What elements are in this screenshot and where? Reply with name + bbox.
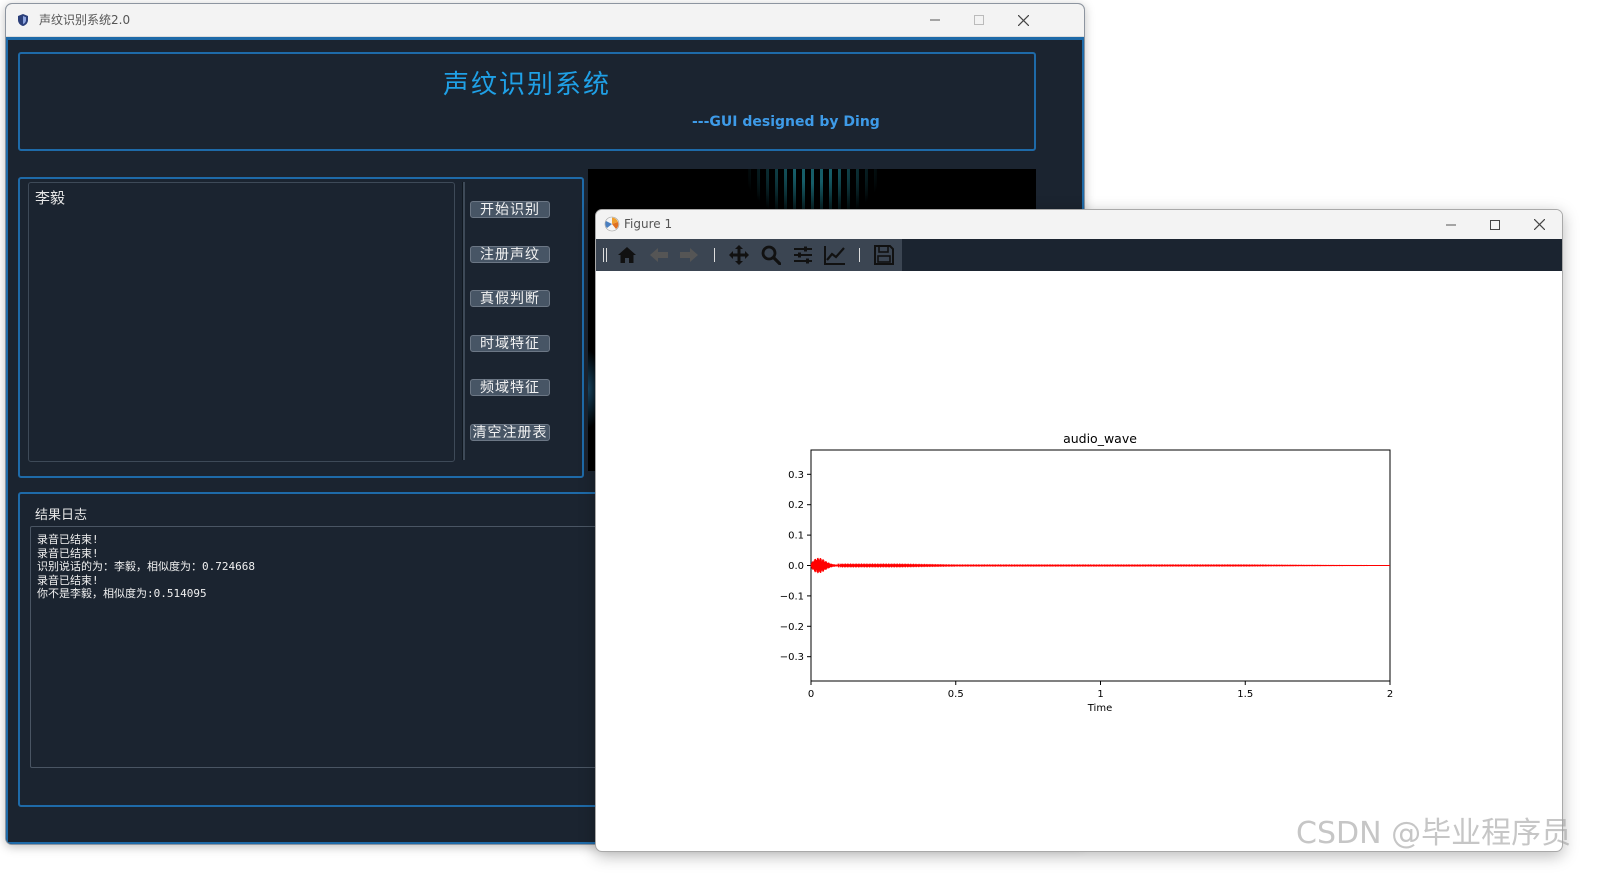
y-tick-label: −0.2 (780, 622, 804, 633)
log-line: 录音已结束! (37, 546, 99, 560)
chart-title: audio_wave (1063, 431, 1137, 446)
start-recognition-button[interactable]: 开始识别 (470, 201, 550, 218)
figure-window-title: Figure 1 (624, 217, 673, 231)
configure-subplots-button[interactable] (790, 243, 816, 267)
register-voiceprint-button[interactable]: 注册声纹 (470, 246, 550, 263)
app-window-title: 声纹识别系统2.0 (39, 13, 131, 27)
x-axis-ticks: 0 0.5 1 1.5 2 (808, 681, 1393, 700)
frequency-domain-button[interactable]: 频域特征 (470, 379, 550, 396)
speaker-list[interactable]: 李毅 (28, 182, 455, 462)
figure-close-button[interactable] (1516, 210, 1562, 239)
home-icon (618, 247, 636, 263)
plot-canvas[interactable]: audio_wave 0.3 0.2 0.1 0.0 −0.1 −0.2 −0.3 0 0.5… (596, 271, 1562, 851)
maximize-button[interactable] (956, 4, 1002, 36)
header-panel: 声纹识别系统 ---GUI designed by Ding (18, 52, 1036, 151)
log-title: 结果日志 (35, 508, 88, 523)
panel-divider (462, 182, 465, 460)
authenticity-check-button[interactable]: 真假判断 (470, 290, 550, 307)
toolbar-separator (714, 248, 715, 262)
y-tick-label: 0.2 (788, 500, 804, 511)
x-tick-label: 0.5 (948, 689, 964, 700)
figure-titlebar[interactable]: Figure 1 (596, 210, 1562, 239)
figure-toolbar (596, 239, 1562, 271)
clear-registry-button[interactable]: 清空注册表 (470, 424, 550, 441)
forward-button[interactable] (676, 243, 702, 267)
x-tick-label: 2 (1387, 689, 1393, 700)
figure-window: Figure 1 audio_wave 0.3 0.2 0.1 0.0 −0.1… (595, 209, 1563, 852)
log-lines: 录音已结束! 录音已结束! 识别说话的为：李毅，相似度为：0.724668 录音… (31, 533, 255, 601)
toolbar-separator (859, 248, 860, 262)
home-button[interactable] (614, 243, 640, 267)
y-tick-label: −0.3 (780, 652, 804, 663)
pan-button[interactable] (726, 243, 752, 267)
y-tick-label: 0.1 (788, 531, 804, 542)
minimize-icon (1446, 224, 1456, 225)
x-tick-label: 1 (1097, 689, 1103, 700)
matplotlib-logo-icon (604, 216, 620, 232)
figure-maximize-button[interactable] (1472, 210, 1518, 239)
y-tick-label: 0.0 (788, 561, 804, 572)
x-tick-label: 1.5 (1237, 689, 1253, 700)
x-tick-label: 0 (808, 689, 814, 700)
zoom-button[interactable] (758, 243, 784, 267)
close-icon (1533, 219, 1545, 230)
minimize-button[interactable] (912, 4, 958, 36)
figure-minimize-button[interactable] (1428, 210, 1474, 239)
y-tick-label: −0.1 (780, 591, 804, 602)
app-heading: 声纹识别系统 (442, 70, 611, 100)
back-button[interactable] (646, 243, 672, 267)
edit-axes-icon (824, 246, 845, 265)
shield-app-icon (18, 14, 28, 26)
toolbar-button-strip (596, 239, 902, 271)
save-icon (874, 245, 894, 265)
pan-icon (729, 245, 749, 265)
log-line: 录音已结束! (37, 573, 99, 587)
log-line: 识别说话的为：李毅，相似度为：0.724668 (37, 560, 255, 573)
edit-axes-button[interactable] (822, 243, 848, 267)
x-axis-label: Time (1087, 703, 1112, 714)
time-domain-button[interactable]: 时域特征 (470, 335, 550, 352)
speaker-list-item[interactable]: 李毅 (35, 187, 65, 208)
zoom-icon (761, 245, 781, 265)
audio-wave-chart: audio_wave 0.3 0.2 0.1 0.0 −0.1 −0.2 −0.3 0 0.5… (780, 431, 1393, 714)
back-arrow-icon (650, 248, 668, 262)
close-button[interactable] (1000, 4, 1046, 36)
credit-text: ---GUI designed by Ding (692, 114, 880, 130)
toolbar-grip (606, 248, 607, 262)
log-line: 录音已结束! (37, 533, 99, 546)
close-icon (1017, 14, 1029, 26)
app-titlebar[interactable]: 声纹识别系统2.0 (6, 4, 1084, 37)
maximize-icon (974, 15, 984, 25)
log-line: 你不是李毅，相似度为:0.514095 (37, 587, 207, 600)
y-axis-ticks: 0.3 0.2 0.1 0.0 −0.1 −0.2 −0.3 (780, 470, 811, 663)
forward-arrow-icon (680, 248, 698, 262)
toolbar-grip[interactable] (603, 248, 604, 262)
minimize-icon (930, 19, 940, 21)
y-tick-label: 0.3 (788, 470, 804, 481)
configure-subplots-icon (794, 246, 812, 264)
control-panel: 李毅 开始识别 注册声纹 真假判断 时域特征 频域特征 清空注册表 (18, 177, 584, 478)
save-button[interactable] (871, 243, 897, 267)
maximize-icon (1490, 219, 1500, 230)
